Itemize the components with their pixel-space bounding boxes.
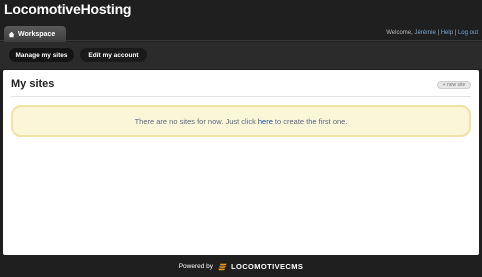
notice-text-after: to create the first one.	[274, 116, 348, 126]
separator: |	[454, 30, 457, 36]
manage-sites-button[interactable]: Manage my sites	[9, 48, 74, 62]
tab-workspace[interactable]: Workspace	[4, 26, 66, 42]
welcome-text: Welcome,	[386, 30, 413, 36]
help-link[interactable]: Help	[441, 30, 453, 36]
notice-text-before: There are no sites for now. Just click	[134, 116, 256, 126]
empty-notice: There are no sites for now. Just click h…	[11, 105, 471, 137]
powered-by-text: Powered by	[178, 263, 214, 270]
page-title: My sites	[11, 78, 55, 90]
create-site-link[interactable]: here	[258, 117, 273, 126]
new-site-button[interactable]: + new site	[437, 81, 471, 89]
locomotivecms-logo[interactable]: LOCOMOTIVECMS	[218, 262, 303, 271]
brand-title: LocomotiveHosting	[4, 1, 132, 17]
separator: |	[437, 30, 440, 36]
user-links: Welcome, Jérémie | Help | Log out	[386, 30, 478, 36]
locomotive-logo-icon	[218, 263, 228, 270]
footer: Powered by LOCOMOTIVECMS	[0, 262, 482, 271]
edit-account-button[interactable]: Edit my account	[80, 48, 147, 62]
home-icon	[8, 31, 15, 37]
divider	[11, 96, 471, 97]
user-name-link[interactable]: Jérémie	[414, 30, 435, 36]
logo-text: LOCOMOTIVECMS	[231, 262, 304, 271]
tab-workspace-label: Workspace	[18, 30, 56, 38]
main-panel: My sites + new site There are no sites f…	[3, 70, 479, 255]
logout-link[interactable]: Log out	[458, 30, 478, 36]
